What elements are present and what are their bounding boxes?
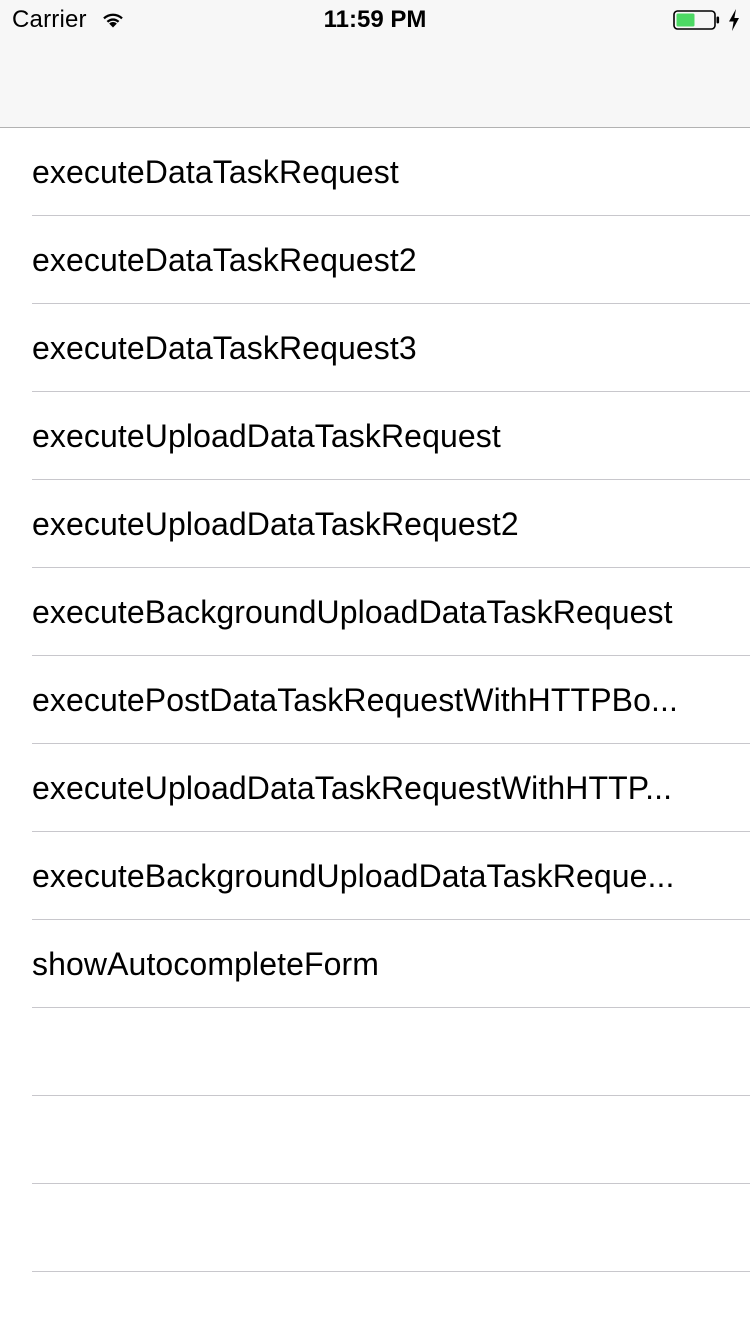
list-item[interactable]: executeDataTaskRequest3 [0,304,750,392]
list-item-label: executeBackgroundUploadDataTaskRequest [32,594,673,630]
list-item[interactable]: executeUploadDataTaskRequest [0,392,750,480]
list-item[interactable]: executeBackgroundUploadDataTaskRequest [0,568,750,656]
list-item[interactable]: executeUploadDataTaskRequest2 [0,480,750,568]
list-item-label: executeDataTaskRequest3 [32,330,417,366]
request-list: executeDataTaskRequest executeDataTaskRe… [0,128,750,1334]
empty-list-item [0,1008,750,1096]
empty-list-item [0,1096,750,1184]
list-item[interactable]: executeDataTaskRequest [0,128,750,216]
list-item-label: executeDataTaskRequest2 [32,242,417,278]
empty-list-item [0,1184,750,1272]
clock: 11:59 PM [323,6,427,33]
list-item-label: showAutocompleteForm [32,946,380,982]
list-item-label: executeBackgroundUploadDataTaskReque... [32,858,675,894]
list-item[interactable]: executeBackgroundUploadDataTaskReque... [0,832,750,920]
battery-icon [673,10,720,30]
list-item[interactable]: executeUploadDataTaskRequestWithHTTP... [0,744,750,832]
status-bar: Carrier 11:59 PM [0,0,750,40]
list-item-label: executeUploadDataTaskRequestWithHTTP... [32,770,673,806]
list-item-label: executeDataTaskRequest [32,154,399,190]
list-item[interactable]: executeDataTaskRequest2 [0,216,750,304]
app-screen: Carrier 11:59 PM executeDataTaskRequest … [0,0,750,1334]
navigation-bar: Carrier 11:59 PM [0,0,750,128]
empty-list-item [0,1272,750,1334]
list-item[interactable]: executePostDataTaskRequestWithHTTPBo... [0,656,750,744]
list-item-label: executeUploadDataTaskRequest [32,418,501,454]
list-item-label: executeUploadDataTaskRequest2 [32,506,519,542]
list-item-label: executePostDataTaskRequestWithHTTPBo... [32,682,678,718]
battery-level-fill [676,13,695,27]
charging-bolt-icon [729,9,739,31]
list-item[interactable]: showAutocompleteForm [0,920,750,1008]
